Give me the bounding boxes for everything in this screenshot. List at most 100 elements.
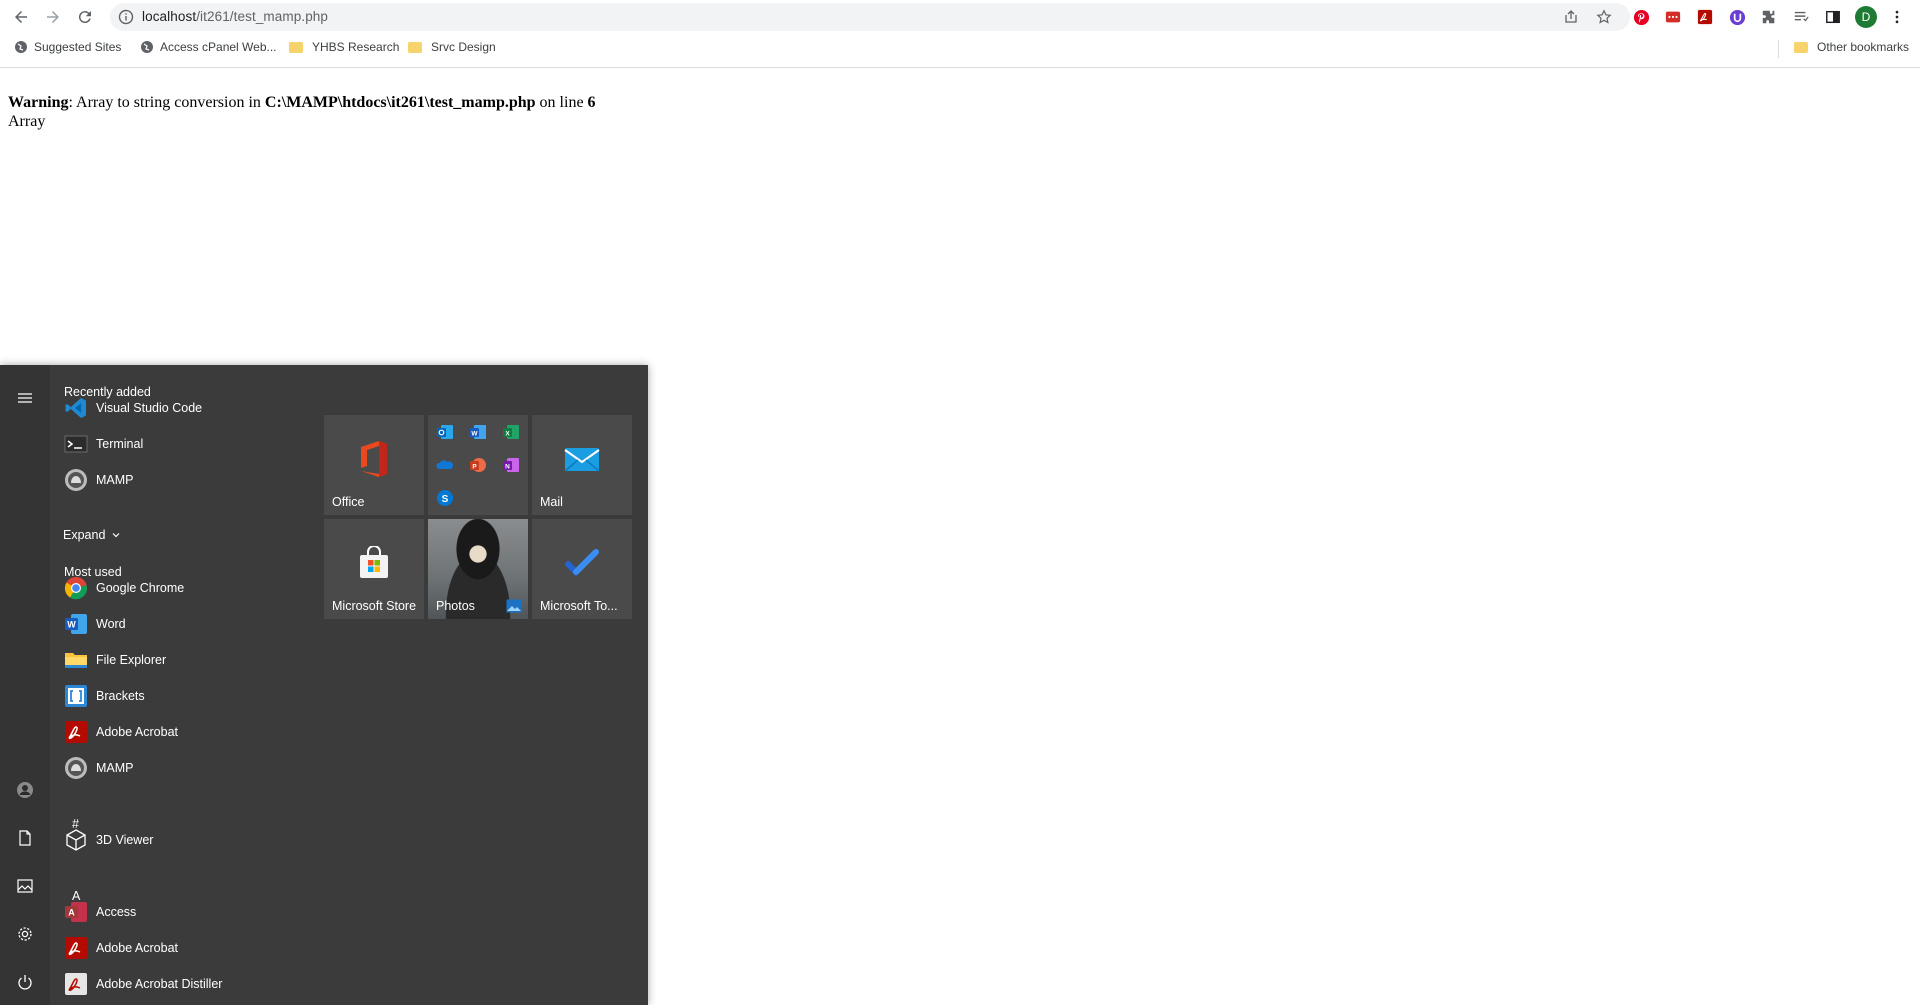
bookmark-label: Srvc Design (431, 40, 496, 54)
info-icon[interactable] (118, 9, 134, 25)
onenote-icon: N (503, 458, 519, 472)
back-button[interactable] (9, 5, 33, 29)
reading-list-icon[interactable] (1792, 8, 1810, 26)
pinterest-extension-icon[interactable] (1632, 8, 1650, 26)
bookmark-label: Suggested Sites (34, 40, 122, 54)
globe-icon (141, 41, 153, 53)
acrobat-distiller-icon (64, 972, 88, 996)
warning-file-path: C:\MAMP\htdocs\it261\test_mamp.php (264, 94, 536, 111)
warning-label: Warning (8, 94, 69, 111)
lastpass-extension-icon[interactable] (1664, 8, 1682, 26)
php-output-text: Array (8, 113, 46, 130)
php-output: Warning: Array to string conversion in C… (8, 93, 596, 131)
forward-button[interactable] (41, 5, 65, 29)
bookmark-label: Access cPanel Web... (160, 40, 277, 54)
share-icon[interactable] (1563, 9, 1579, 25)
excel-icon: X (503, 425, 519, 439)
acrobat-extension-icon[interactable] (1696, 8, 1714, 26)
tile-microsoft-store[interactable]: Microsoft Store (324, 519, 424, 619)
word-icon: W (470, 425, 486, 439)
bookmarks-separator (1778, 40, 1779, 58)
app-mamp[interactable]: MAMP (52, 463, 312, 497)
app-label: Google Chrome (96, 581, 185, 595)
tile-office[interactable]: Office (324, 415, 424, 515)
svg-text:W: W (471, 431, 478, 438)
tile-mail[interactable]: Mail (532, 415, 632, 515)
tile-microsoft-todo[interactable]: Microsoft To... (532, 519, 632, 619)
kebab-menu-icon[interactable] (1888, 8, 1906, 26)
app-label: Access (96, 905, 137, 919)
folder-icon (408, 41, 422, 53)
document-icon (19, 830, 31, 846)
file-explorer-icon (64, 648, 88, 672)
office-icon (361, 441, 387, 477)
profile-avatar[interactable]: D (1855, 6, 1877, 28)
svg-text:P: P (472, 464, 477, 471)
app-adobe-acrobat-2[interactable]: Adobe Acrobat (52, 931, 312, 965)
app-terminal[interactable]: Terminal (52, 427, 312, 461)
powerpoint-icon: P (470, 458, 486, 472)
outlook-icon (437, 425, 453, 439)
user-avatar-icon (17, 782, 33, 798)
php-warning: Warning: Array to string conversion in C… (8, 93, 596, 112)
app-label: MAMP (96, 761, 134, 775)
bookmark-srvc-design[interactable]: Srvc Design (408, 40, 496, 54)
app-word[interactable]: W Word (52, 607, 312, 641)
app-3d-viewer[interactable]: 3D Viewer (52, 823, 312, 857)
app-adobe-acrobat-distiller[interactable]: Adobe Acrobat Distiller (52, 967, 312, 1001)
pictures-button[interactable] (12, 873, 38, 899)
u-extension-icon[interactable] (1728, 8, 1746, 26)
picture-icon (17, 879, 33, 893)
chevron-down-icon (112, 533, 120, 538)
avatar-letter: D (1855, 6, 1877, 28)
onedrive-icon (436, 460, 454, 469)
tile-office-apps-group[interactable]: W X P N S (428, 415, 528, 515)
power-button[interactable] (12, 969, 38, 995)
expand-label: Expand (63, 528, 106, 542)
svg-text:X: X (505, 431, 510, 438)
bookmark-star-icon[interactable] (1596, 9, 1612, 25)
word-icon: W (64, 612, 88, 636)
settings-button[interactable] (12, 921, 38, 947)
access-icon: A (64, 900, 88, 924)
app-file-explorer[interactable]: File Explorer (52, 643, 312, 677)
app-label: File Explorer (96, 653, 167, 667)
terminal-icon (64, 432, 88, 456)
app-label: Adobe Acrobat (96, 725, 179, 739)
reload-button[interactable] (73, 5, 97, 29)
app-google-chrome[interactable]: Google Chrome (52, 571, 312, 605)
app-label: 3D Viewer (96, 833, 154, 847)
bookmark-yhbs-research[interactable]: YHBS Research (289, 40, 399, 54)
cube-icon (64, 828, 88, 852)
app-label: Adobe Acrobat Distiller (96, 977, 223, 991)
app-visual-studio-code[interactable]: Visual Studio Code (52, 391, 312, 425)
folder-icon (289, 41, 303, 53)
tile-photos[interactable]: Photos (428, 519, 528, 619)
address-bar[interactable]: localhost/it261/test_mamp.php (110, 3, 1630, 31)
hamburger-menu-button[interactable] (12, 385, 38, 411)
user-account-button[interactable] (12, 777, 38, 803)
app-adobe-acrobat[interactable]: Adobe Acrobat (52, 715, 312, 749)
warning-line-number: 6 (587, 94, 596, 111)
other-bookmarks[interactable]: Other bookmarks (1794, 40, 1909, 54)
app-brackets[interactable]: Brackets (52, 679, 312, 713)
bookmark-access-cpanel[interactable]: Access cPanel Web... (140, 40, 277, 54)
side-panel-icon[interactable] (1824, 8, 1842, 26)
tile-label: Mail (540, 495, 563, 509)
forward-arrow-icon (47, 11, 59, 23)
app-access[interactable]: A Access (52, 895, 312, 929)
tile-label: Office (332, 495, 365, 509)
expand-button[interactable]: Expand (63, 528, 121, 542)
toolbar-divider (0, 67, 1920, 68)
tile-label: Microsoft Store (332, 599, 417, 613)
bookmark-label: Other bookmarks (1817, 40, 1910, 54)
app-mamp-2[interactable]: MAMP (52, 751, 312, 785)
app-label: Word (96, 617, 126, 631)
bookmark-suggested-sites[interactable]: Suggested Sites (14, 40, 121, 54)
app-label: Adobe Acrobat (96, 941, 179, 955)
documents-button[interactable] (12, 825, 38, 851)
bookmarks-bar: Suggested Sites Access cPanel Web... YHB… (0, 37, 1920, 61)
reload-icon (78, 11, 91, 24)
url-text: localhost/it261/test_mamp.php (142, 9, 329, 24)
extensions-puzzle-icon[interactable] (1760, 8, 1778, 26)
